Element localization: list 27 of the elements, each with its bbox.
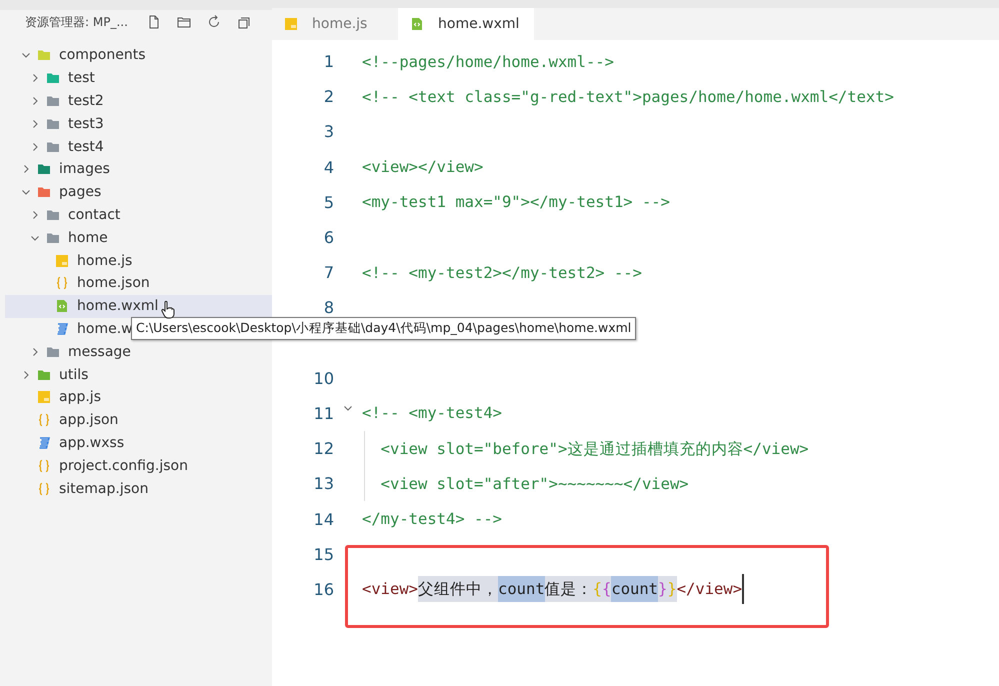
line-number: 7: [322, 263, 334, 282]
code-line: <!-- <my-test4>: [362, 403, 502, 424]
line-number: 16: [312, 580, 334, 599]
line-number: 4: [322, 158, 334, 177]
code-line: <!-- <my-test2></my-test2> -->: [362, 262, 642, 284]
line-number: 11: [312, 404, 334, 423]
line-number: 14: [312, 510, 334, 529]
explorer-title: 资源管理器: MP_...: [25, 14, 128, 30]
line-number: 8: [322, 298, 334, 318]
code-line: <view slot="after">~~~~~~~</view>: [380, 474, 689, 495]
path-tooltip: C:\Users\escook\Desktop\小程序基础\day4\代码\mp_04\pages\home\home.wxml: [131, 317, 636, 340]
code-line: <view>父组件中，count值是：{{count}}</view>: [362, 576, 744, 602]
code-line: <my-test1 max="9"></my-test1> -->: [362, 192, 670, 214]
line-number: 3: [322, 122, 334, 142]
line-number: 5: [322, 192, 334, 212]
line-number: 15: [312, 544, 334, 564]
line-number: 6: [322, 228, 334, 248]
code-line: <!--pages/home/home.wxml-->: [362, 52, 614, 73]
code-line: <view></view>: [362, 157, 484, 178]
line-number: 12: [312, 439, 334, 458]
line-number: 10: [312, 368, 334, 388]
line-number: 13: [312, 474, 334, 494]
line-number: 2: [322, 87, 334, 106]
code-line: <view slot="before">这是通过插槽填充的内容</view>: [380, 438, 809, 460]
code-line: </my-test4> -->: [362, 509, 502, 530]
code-line: <!-- <text class="g-red-text">pages/home/home.wxml</text>: [362, 86, 894, 108]
line-number: 1: [322, 52, 334, 72]
